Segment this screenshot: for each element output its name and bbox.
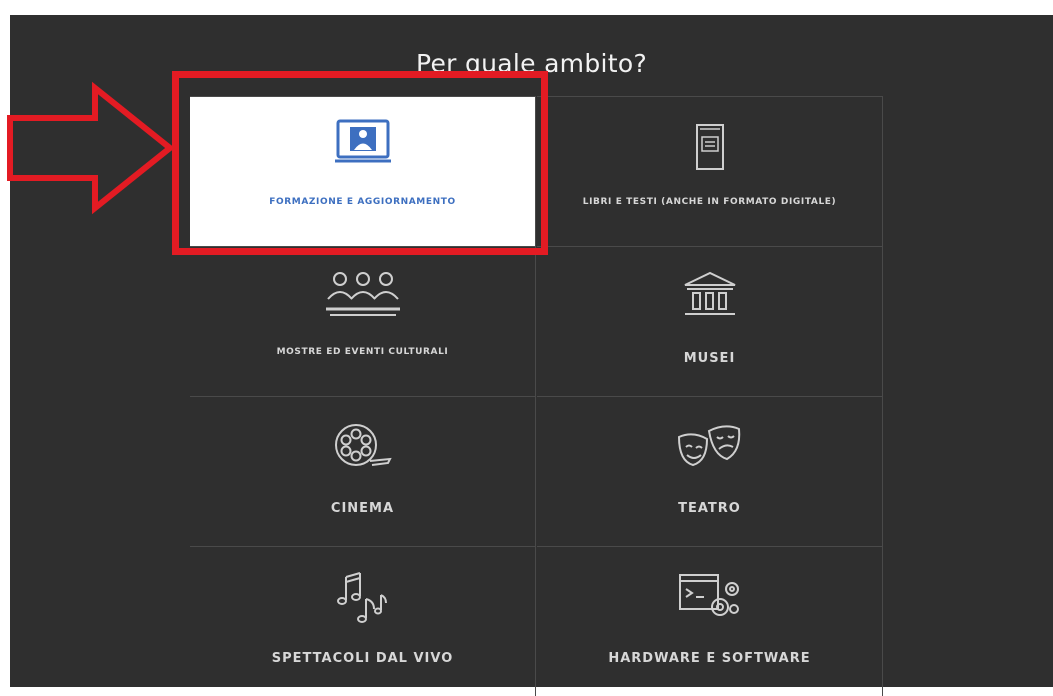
category-cinema[interactable]: CINEMA xyxy=(190,396,536,546)
category-hardware[interactable]: HARDWARE E SOFTWARE xyxy=(537,546,883,696)
pointer-arrow-icon xyxy=(7,81,175,215)
category-musei[interactable]: MUSEI xyxy=(537,246,883,396)
category-label: LIBRI E TESTI (ANCHE IN FORMATO DIGITALE… xyxy=(582,197,837,207)
category-label: CINEMA xyxy=(330,501,395,516)
music-notes-icon xyxy=(336,572,387,623)
selection-highlight xyxy=(172,71,548,255)
category-teatro[interactable]: TEATRO xyxy=(537,396,883,546)
theatre-masks-icon xyxy=(677,425,740,467)
book-icon xyxy=(695,124,724,170)
category-label: HARDWARE E SOFTWARE xyxy=(608,651,811,666)
hardware-software-icon xyxy=(678,574,739,616)
category-label: MUSEI xyxy=(683,351,736,366)
category-libri[interactable]: LIBRI E TESTI (ANCHE IN FORMATO DIGITALE… xyxy=(537,96,883,246)
museum-icon xyxy=(684,271,735,315)
category-label: SPETTACOLI DAL VIVO xyxy=(271,651,454,666)
category-mostre[interactable]: MOSTRE ED EVENTI CULTURALI xyxy=(190,246,536,396)
category-label: MOSTRE ED EVENTI CULTURALI xyxy=(276,347,449,357)
audience-icon xyxy=(325,272,400,316)
category-label: TEATRO xyxy=(678,501,741,516)
category-spettacoli[interactable]: SPETTACOLI DAL VIVO xyxy=(190,546,536,696)
film-reel-icon xyxy=(334,424,392,466)
